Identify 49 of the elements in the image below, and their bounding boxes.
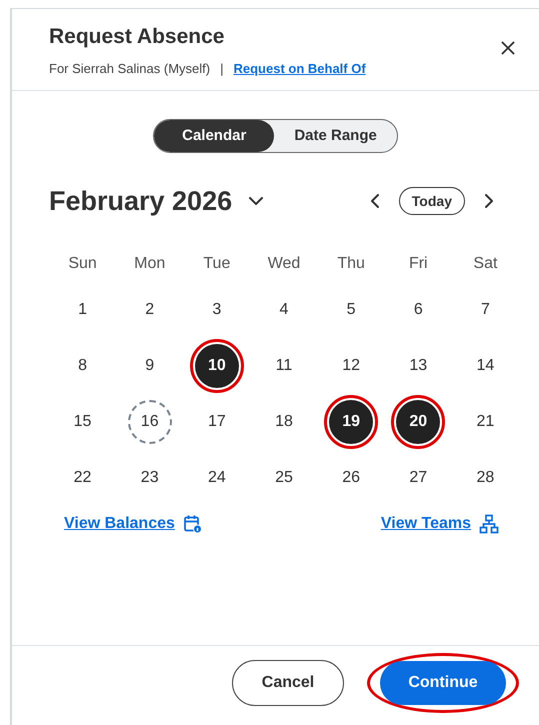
day-cell[interactable]: 11: [262, 344, 306, 388]
day-cell[interactable]: 27: [396, 456, 440, 500]
view-link[interactable]: View Balances: [64, 512, 175, 536]
day-cell[interactable]: 25: [262, 456, 306, 500]
weekday-label: Sat: [473, 254, 498, 274]
day-cell[interactable]: 22: [60, 456, 105, 500]
day-cell[interactable]: 2: [128, 288, 172, 332]
day-cell[interactable]: 7: [463, 288, 508, 332]
separator-text: |: [220, 60, 224, 78]
view-link[interactable]: View Teams: [380, 512, 471, 536]
day-cell[interactable]: 23: [128, 456, 172, 500]
day-cell[interactable]: 28: [463, 456, 508, 500]
dialog-title: Request Absence: [49, 24, 226, 50]
day-cell[interactable]: 9: [128, 344, 172, 388]
cancel-button[interactable]: Cancel: [232, 660, 344, 706]
day-cell[interactable]: 8: [60, 344, 105, 388]
day-cell[interactable]: 12: [329, 344, 374, 388]
day-cell[interactable]: 5: [329, 288, 374, 332]
weekday-label: Tue: [203, 254, 230, 274]
toggle-tab[interactable]: Calendar: [154, 120, 274, 152]
day-cell[interactable]: 6: [396, 288, 440, 332]
org-chart-icon: [479, 514, 499, 534]
subtitle-text: For Sierrah Salinas (Myself): [49, 60, 210, 78]
day-cell[interactable]: 3: [194, 288, 239, 332]
day-cell[interactable]: 24: [194, 456, 239, 500]
day-cell[interactable]: 26: [329, 456, 374, 500]
weekday-label: Wed: [268, 254, 300, 274]
day-cell[interactable]: 13: [396, 344, 440, 388]
weekday-label: Mon: [134, 254, 166, 274]
behalf-link[interactable]: Request on Behalf Of: [234, 58, 366, 78]
day-cell[interactable]: 17: [194, 400, 239, 444]
day-cell[interactable]: 10: [194, 344, 239, 388]
today-button[interactable]: Today: [398, 187, 465, 216]
weekday-label: Fri: [408, 254, 428, 274]
day-cell[interactable]: 20: [396, 400, 440, 444]
day-cell[interactable]: 18: [262, 400, 306, 444]
weekday-label: Sun: [68, 254, 97, 274]
day-cell[interactable]: 19: [329, 400, 374, 444]
month-title: February 2026: [49, 185, 232, 218]
calendar-info-icon: [182, 514, 203, 534]
continue-button[interactable]: Continue: [380, 660, 506, 704]
day-cell[interactable]: 15: [60, 400, 105, 444]
day-cell[interactable]: 1: [60, 288, 105, 332]
day-cell[interactable]: 16: [128, 400, 172, 444]
day-cell[interactable]: 4: [262, 288, 306, 332]
toggle-tab[interactable]: Date Range: [274, 120, 397, 152]
day-cell[interactable]: 21: [463, 400, 508, 444]
weekday-label: Thu: [337, 254, 365, 274]
day-cell[interactable]: 14: [463, 344, 508, 388]
